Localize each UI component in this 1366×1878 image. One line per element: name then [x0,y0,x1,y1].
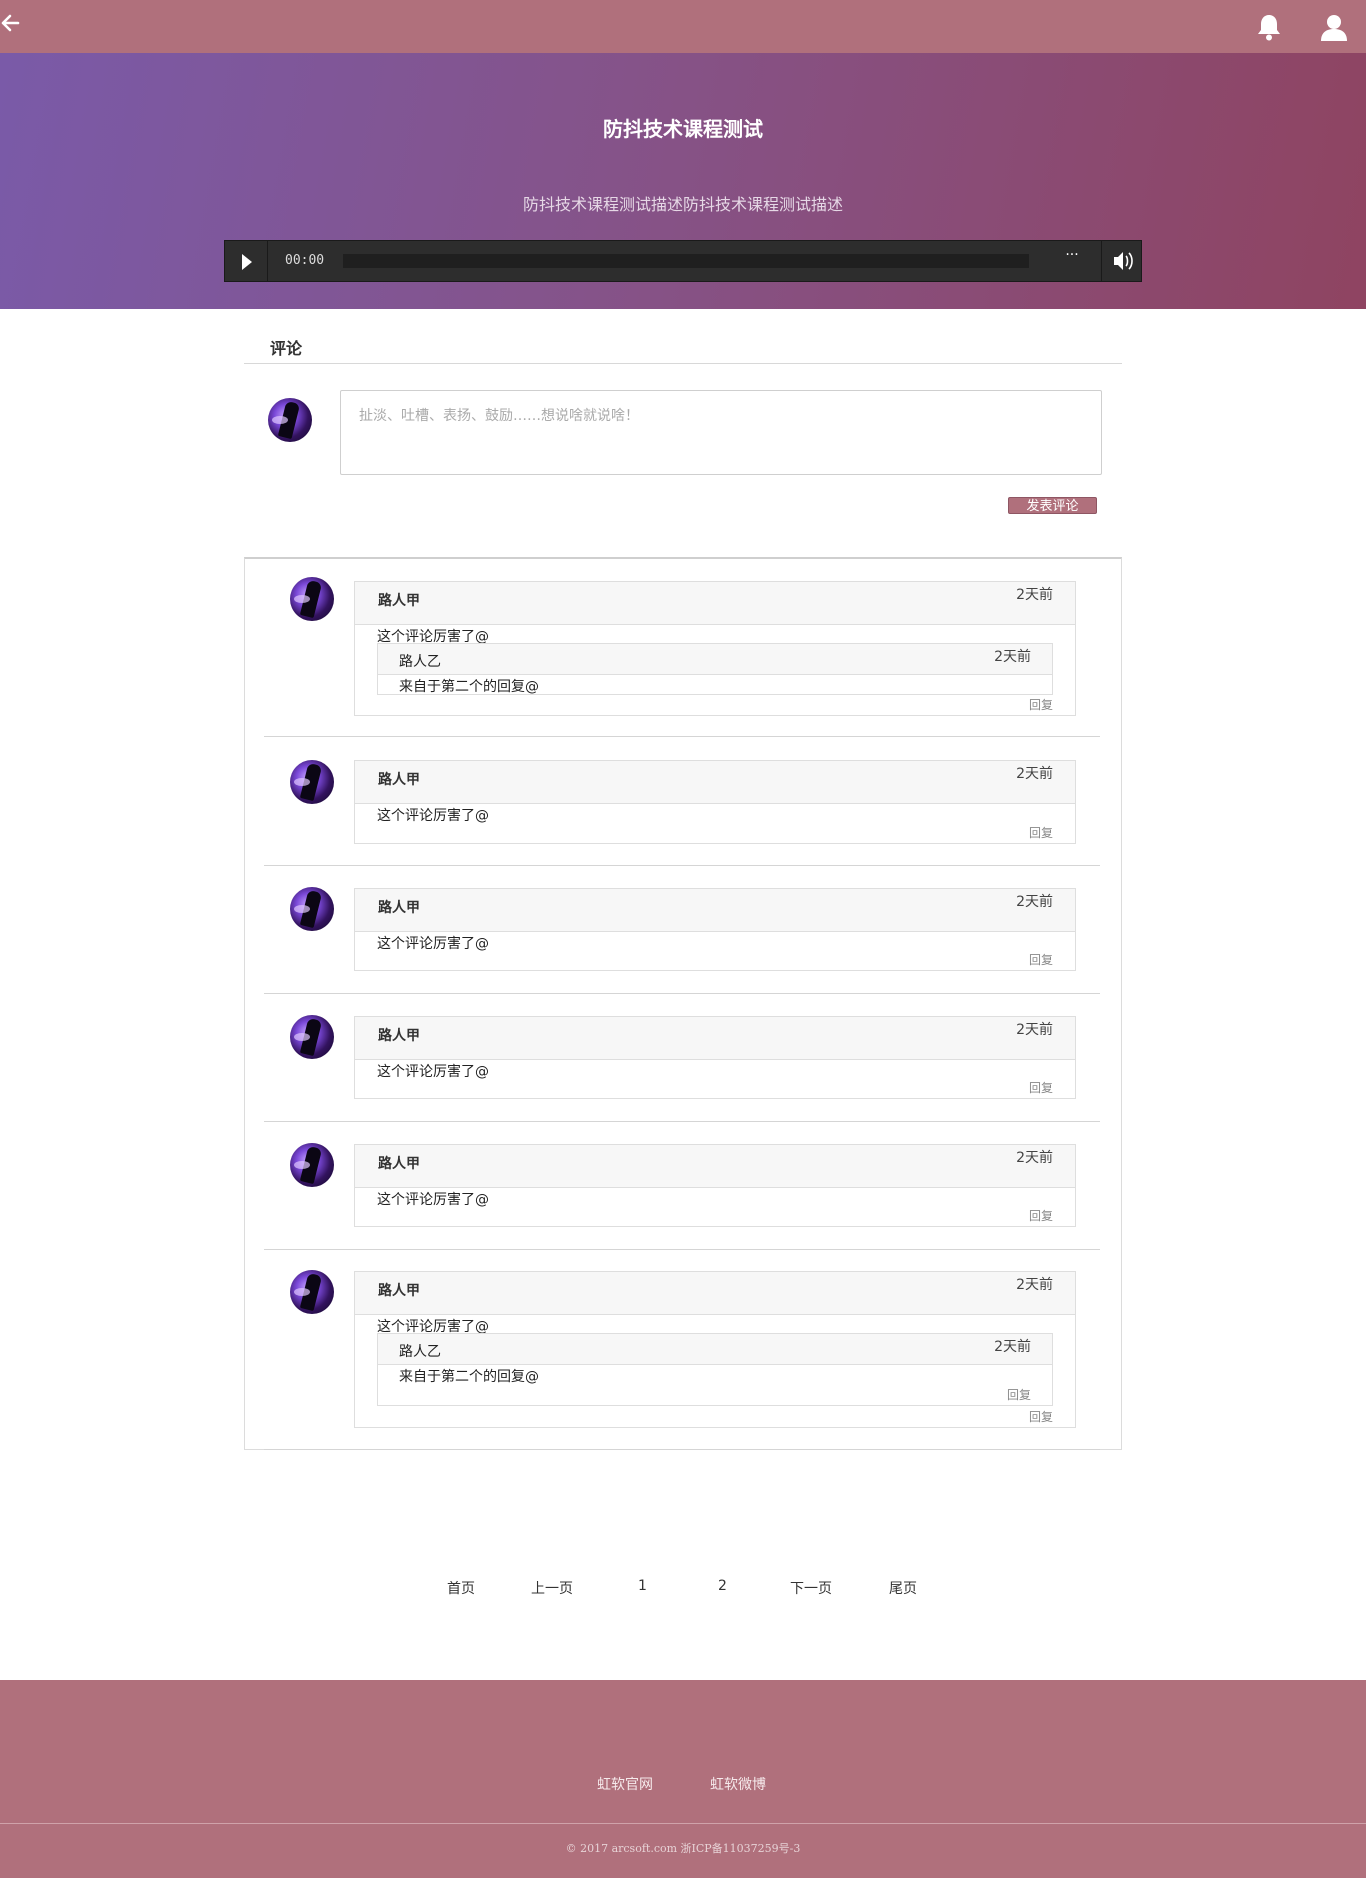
comment-header [355,1272,1075,1315]
reply-link[interactable]: 回复 [1029,696,1053,713]
sub-comment-author: 路人乙 [399,1344,441,1360]
comment-time: 2天前 [1016,587,1053,603]
arrow-left-icon[interactable] [0,13,24,39]
comments-heading: 评论 [270,339,303,358]
comment-author: 路人甲 [378,772,420,788]
page-2[interactable]: 2 [718,1578,727,1594]
comment-input[interactable] [340,390,1102,475]
copyright: © 2017 arcsoft.com 浙ICP备11037259号-3 [565,1842,801,1855]
page-last[interactable]: 尾页 [889,1578,917,1598]
comment-item: 路人甲 2天前 这个评论厉害了@ 回复 [264,994,1100,1122]
comment-header [355,761,1075,804]
comment-card: 路人甲 2天前 这个评论厉害了@ 回复 [354,760,1076,844]
reply-link[interactable]: 回复 [1029,1408,1053,1425]
comment-card: 路人甲 2天前 这个评论厉害了@ 路人乙 2天前 来自于第二个的回复@ 回复 回… [354,1271,1076,1428]
reply-link[interactable]: 回复 [1029,824,1053,841]
comment-header [355,582,1075,625]
divider [0,1823,1366,1824]
user-icon[interactable] [1320,13,1350,43]
avatar [290,1015,334,1059]
footer-link-official-site[interactable]: 虹软官网 [597,1774,653,1794]
comment-time: 2天前 [1016,766,1053,782]
comment-item: 路人甲 2天前 这个评论厉害了@ 回复 [264,866,1100,994]
comment-time: 2天前 [1016,894,1053,910]
sub-comment-time: 2天前 [994,649,1031,665]
page-next[interactable]: 下一页 [790,1578,832,1598]
comment-author: 路人甲 [378,1156,420,1172]
comment-item: 路人甲 2天前 这个评论厉害了@ 回复 [264,1122,1100,1250]
sub-comment-text: 来自于第二个的回复@ [399,1369,539,1385]
sub-comment-time: 2天前 [994,1339,1031,1355]
divider [244,363,1122,364]
comment-header [355,889,1075,932]
sub-comment: 路人乙 2天前 来自于第二个的回复@ 回复 [377,1333,1053,1406]
course-title: 防抖技术课程测试 [603,117,763,141]
audio-player: 00:00 ··· [224,240,1142,282]
sub-reply-link[interactable]: 回复 [1007,1386,1031,1403]
comment-text: 这个评论厉害了@ [377,1192,489,1208]
avatar [290,1143,334,1187]
comment-time: 2天前 [1016,1277,1053,1293]
comment-text: 这个评论厉害了@ [377,936,489,952]
comment-author: 路人甲 [378,1028,420,1044]
page-prev[interactable]: 上一页 [531,1578,573,1598]
comment-card: 路人甲 2天前 这个评论厉害了@ 回复 [354,1144,1076,1227]
volume-icon[interactable] [1101,241,1142,281]
course-description: 防抖技术课程测试描述防抖技术课程测试描述 [522,195,843,214]
reply-link[interactable]: 回复 [1029,1207,1053,1224]
sub-comment-header [378,1334,1052,1365]
comment-card: 路人甲 2天前 这个评论厉害了@ 回复 [354,1016,1076,1099]
comment-text: 这个评论厉害了@ [377,808,489,824]
bell-icon[interactable] [1256,13,1284,43]
avatar [290,887,334,931]
comment-item: 路人甲 2天前 这个评论厉害了@ 路人乙 2天前 来自于第二个的回复@ 回复 回… [264,1250,1100,1450]
reply-link[interactable]: 回复 [1029,1079,1053,1096]
comment-card: 路人甲 2天前 这个评论厉害了@ 回复 [354,888,1076,971]
comment-author: 路人甲 [378,900,420,916]
comment-header [355,1017,1075,1060]
avatar [268,398,312,442]
footer-link-weibo[interactable]: 虹软微博 [710,1774,766,1794]
comment-text: 这个评论厉害了@ [377,1064,489,1080]
progress-track[interactable] [343,254,1029,268]
current-time: 00:00 [285,253,325,268]
avatar [290,760,334,804]
comment-time: 2天前 [1016,1150,1053,1166]
submit-comment-button[interactable]: 发表评论 [1008,497,1097,514]
sub-comment-text: 来自于第二个的回复@ [399,679,539,695]
comment-author: 路人甲 [378,1283,420,1299]
sub-comment: 路人乙 2天前 来自于第二个的回复@ [377,643,1053,695]
page-first[interactable]: 首页 [447,1578,475,1598]
comment-item: 路人甲 2天前 这个评论厉害了@ 路人乙 2天前 来自于第二个的回复@ 回复 [264,557,1100,737]
reply-link[interactable]: 回复 [1029,951,1053,968]
comment-item: 路人甲 2天前 这个评论厉害了@ 回复 [264,737,1100,866]
sub-comment-header [378,644,1052,675]
more-options-button[interactable]: ··· [1060,247,1084,263]
comment-time: 2天前 [1016,1022,1053,1038]
play-button[interactable] [225,241,268,281]
avatar [290,577,334,621]
sub-comment-author: 路人乙 [399,654,441,670]
comment-author: 路人甲 [378,593,420,609]
comment-header [355,1145,1075,1188]
comment-card: 路人甲 2天前 这个评论厉害了@ 路人乙 2天前 来自于第二个的回复@ 回复 [354,581,1076,716]
page-1[interactable]: 1 [638,1578,647,1594]
avatar [290,1270,334,1314]
top-bar [0,0,1366,53]
